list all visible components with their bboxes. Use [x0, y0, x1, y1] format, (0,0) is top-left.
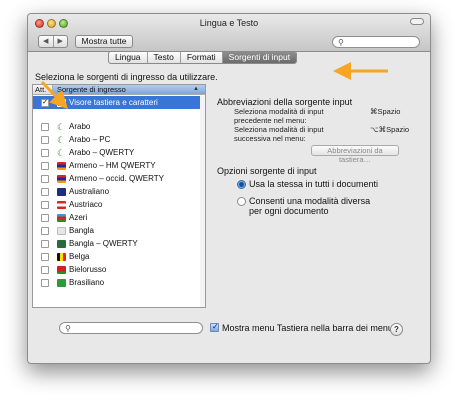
tab-lingua[interactable]: Lingua — [109, 52, 147, 63]
list-item[interactable]: Azeri — [33, 211, 205, 224]
enable-checkbox[interactable] — [41, 226, 49, 235]
radio-same-source-label: Usa la stessa in tutti i documenti — [249, 179, 379, 189]
flag-australia-icon — [57, 187, 66, 196]
tab-bar: Lingua Testo Formati Sorgenti di input — [108, 51, 298, 64]
enable-checkbox[interactable]: ✓ — [41, 98, 49, 107]
instruction-label: Seleziona le sorgenti di ingresso da uti… — [35, 72, 218, 82]
tab-sorgenti-di-input[interactable]: Sorgenti di input — [221, 52, 297, 63]
title-bar: Lingua e Testo ◀ ▶ Mostra tutte ⚲ — [28, 14, 430, 52]
list-item[interactable]: Australiano — [33, 185, 205, 198]
list-scrollbar[interactable] — [200, 96, 205, 307]
list-item-label: Australiano — [69, 187, 110, 196]
column-header-source-label: Sorgente di ingresso — [57, 85, 126, 94]
list-item-label: Bielorusso — [69, 265, 107, 274]
list-item[interactable]: Brasiliano — [33, 276, 205, 289]
list-item[interactable]: ✓ Visore tastiera e caratteri — [33, 96, 205, 109]
list-item[interactable]: ☾ Arabo – QWERTY — [33, 146, 205, 159]
list-item[interactable]: ☾ Arabo — [33, 120, 205, 133]
shortcuts-section-title: Abbreviazioni della sorgente input — [217, 97, 353, 107]
list-item-label: Belga — [69, 252, 90, 261]
list-item-label: Armeno – occid. QWERTY — [69, 174, 164, 183]
next-source-shortcut-label: Seleziona modalità di input successiva n… — [234, 125, 324, 143]
list-item-label: Visore tastiera e caratteri — [69, 98, 158, 107]
crescent-icon: ☾ — [57, 147, 66, 158]
list-item-label: Armeno – HM QWERTY — [69, 161, 156, 170]
list-item-label: Azeri — [69, 213, 88, 222]
enable-checkbox[interactable] — [41, 239, 49, 248]
help-button[interactable]: ? — [390, 323, 403, 336]
flag-armenia-icon — [57, 161, 66, 170]
radio-same-source[interactable] — [237, 180, 246, 189]
enable-checkbox[interactable] — [41, 187, 49, 196]
list-item[interactable]: Bangla — [33, 224, 205, 237]
list-item-label: Arabo – PC — [69, 135, 111, 144]
radio-per-document-label-line2: per ogni documento — [249, 206, 329, 216]
back-button[interactable]: ◀ — [39, 36, 53, 47]
radio-per-document[interactable] — [237, 197, 246, 206]
show-all-button[interactable]: Mostra tutte — [75, 35, 133, 48]
prev-source-shortcut-key: ⌘Spazio — [370, 107, 401, 116]
prev-source-shortcut-label: Seleziona modalità di input precedente n… — [234, 107, 324, 125]
flag-belarus-icon — [57, 265, 66, 274]
search-field[interactable]: ⚲ — [332, 36, 420, 48]
flag-armenia-icon — [57, 174, 66, 183]
flag-belgium-icon — [57, 252, 66, 261]
show-keyboard-menu-checkbox[interactable]: ✓ — [210, 322, 219, 332]
search-icon: ⚲ — [65, 324, 71, 333]
tab-testo[interactable]: Testo — [146, 52, 180, 63]
checkmark-icon: ✓ — [212, 322, 219, 331]
column-header-source[interactable]: Sorgente di ingresso ▲ — [53, 85, 205, 94]
enable-checkbox[interactable] — [41, 278, 49, 287]
keyboard-shortcuts-button[interactable]: Abbreviazioni da tastiera… — [311, 145, 399, 164]
enable-checkbox[interactable] — [41, 200, 49, 209]
list-item-label: Arabo – QWERTY — [69, 148, 135, 157]
list-item[interactable]: Belga — [33, 250, 205, 263]
list-item[interactable]: Bangla – QWERTY — [33, 237, 205, 250]
window-title: Lingua e Testo — [199, 18, 259, 28]
list-search-field[interactable]: ⚲ — [59, 322, 203, 334]
enable-checkbox[interactable] — [41, 265, 49, 274]
enable-checkbox[interactable] — [41, 122, 49, 131]
list-item[interactable]: Bielorusso — [33, 263, 205, 276]
enable-checkbox[interactable] — [41, 148, 49, 157]
next-source-shortcut-key: ⌥⌘Spazio — [370, 125, 410, 134]
list-item-label: Austriaco — [69, 200, 103, 209]
forward-button[interactable]: ▶ — [52, 36, 68, 47]
enable-checkbox[interactable] — [41, 161, 49, 170]
flag-austria-icon — [57, 200, 66, 209]
flag-bangladesh-icon — [57, 239, 66, 248]
enable-checkbox[interactable] — [41, 174, 49, 183]
flag-brazil-icon — [57, 278, 66, 287]
list-item[interactable]: Armeno – occid. QWERTY — [33, 172, 205, 185]
flag-azerbaijan-icon — [57, 213, 66, 222]
tab-formati[interactable]: Formati — [179, 52, 222, 63]
enable-checkbox[interactable] — [41, 252, 49, 261]
search-icon: ⚲ — [338, 38, 344, 47]
input-source-list[interactable]: Att. Sorgente di ingresso ▲ ✓ Visore tas… — [32, 84, 206, 308]
toolbar-toggle-button[interactable] — [410, 18, 424, 25]
crescent-icon: ☾ — [57, 134, 66, 145]
enable-checkbox[interactable] — [41, 135, 49, 144]
show-keyboard-menu-label: Mostra menu Tastiera nella barra dei men… — [222, 323, 393, 333]
options-section-title: Opzioni sorgente di input — [217, 166, 317, 176]
sort-ascending-icon: ▲ — [193, 86, 199, 92]
list-item-label: Arabo — [69, 122, 91, 131]
bangla-script-icon — [57, 226, 66, 235]
list-item[interactable]: Armeno – HM QWERTY — [33, 159, 205, 172]
enable-checkbox[interactable] — [41, 213, 49, 222]
nav-button-group: ◀ ▶ — [38, 35, 68, 48]
keyboard-icon — [57, 98, 66, 107]
column-header-att[interactable]: Att. — [33, 85, 53, 94]
list-item-label: Bangla – QWERTY — [69, 239, 138, 248]
list-item-label: Bangla — [69, 226, 94, 235]
list-item-label: Brasiliano — [69, 278, 105, 287]
list-item[interactable]: Austriaco — [33, 198, 205, 211]
list-header: Att. Sorgente di ingresso ▲ — [33, 85, 205, 95]
list-item[interactable]: ☾ Arabo – PC — [33, 133, 205, 146]
crescent-icon: ☾ — [57, 121, 66, 132]
